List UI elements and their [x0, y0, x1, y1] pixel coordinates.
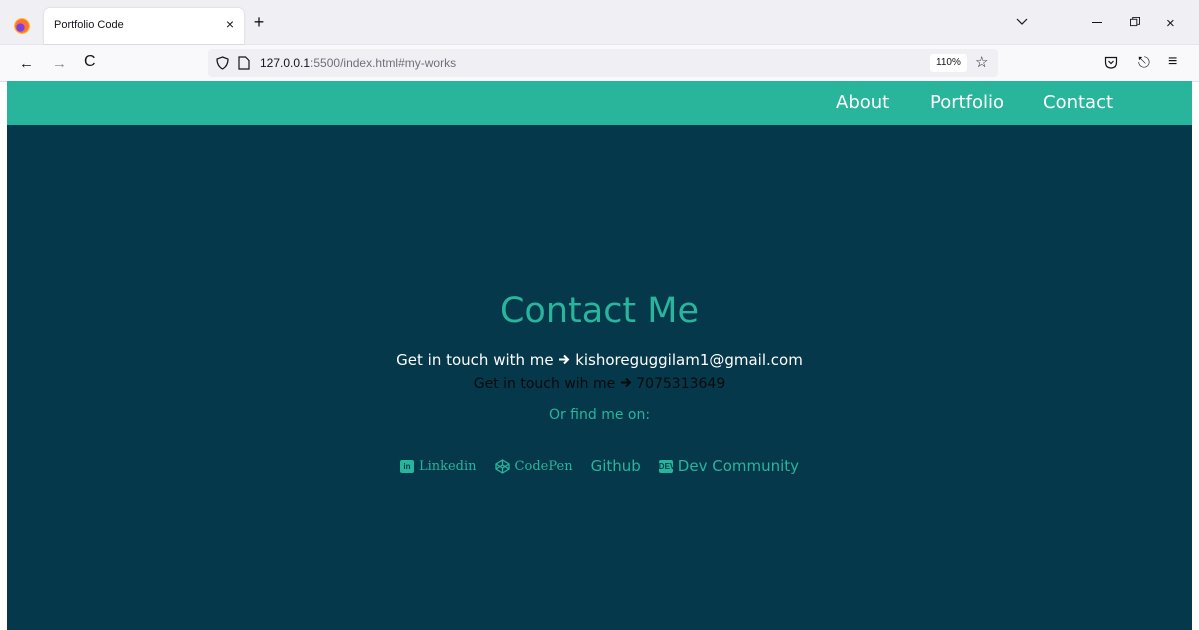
bookmark-star-icon[interactable]: ☆: [975, 53, 988, 71]
reload-icon[interactable]: C: [84, 53, 96, 71]
url-path: :5500/index.html#my-works: [310, 56, 457, 70]
nav-link-portfolio[interactable]: Portfolio: [930, 92, 1004, 113]
pocket-icon[interactable]: [1104, 56, 1118, 69]
restore-window-icon[interactable]: [1130, 17, 1140, 27]
social-link-linkedin[interactable]: in Linkedin: [399, 458, 477, 474]
chevron-down-icon[interactable]: [1016, 16, 1028, 26]
social-links: in Linkedin CodePen Github DEV Dev Commu…: [7, 456, 1192, 476]
dev-icon: DEV: [658, 459, 676, 473]
social-label: CodePen: [514, 458, 573, 474]
social-link-dev-community[interactable]: DEV Dev Community: [658, 457, 800, 475]
find-me-text: Or find me on:: [548, 407, 651, 423]
share-icon[interactable]: ⎋: [1138, 54, 1150, 71]
page-icon[interactable]: [238, 56, 250, 70]
back-arrow-icon[interactable]: ←: [19, 55, 34, 72]
forward-arrow-icon[interactable]: →: [52, 55, 67, 72]
linkedin-icon: in: [399, 459, 414, 473]
codepen-icon: [494, 458, 510, 474]
zoom-level-badge[interactable]: 110%: [930, 54, 967, 72]
browser-tab-bar: Portfolio Code × + ×: [0, 0, 1199, 45]
email-prefix: Get in touch with me: [396, 351, 554, 369]
new-tab-icon[interactable]: +: [251, 13, 267, 31]
close-window-icon[interactable]: ×: [1166, 15, 1175, 32]
email-address[interactable]: kishoreguggilam1@gmail.com: [575, 351, 803, 369]
shield-icon[interactable]: [216, 56, 229, 70]
social-link-codepen[interactable]: CodePen: [494, 458, 573, 474]
nav-link-contact[interactable]: Contact: [1043, 92, 1113, 113]
minimize-window-icon[interactable]: [1092, 16, 1104, 28]
tab-title: Portfolio Code: [54, 19, 124, 31]
hamburger-menu-icon[interactable]: ≡: [1168, 53, 1177, 71]
browser-nav-bar: ← → C 127.0.0.1:5500/index.html#my-works…: [0, 45, 1199, 82]
url-text[interactable]: 127.0.0.1:5500/index.html#my-works: [260, 56, 456, 70]
social-label: Linkedin: [418, 458, 477, 474]
browser-tab[interactable]: Portfolio Code ×: [44, 8, 244, 44]
web-page: About Portfolio Contact Contact Me Get i…: [7, 81, 1192, 630]
phone-prefix: Get in touch wih me: [473, 376, 616, 392]
phone-number[interactable]: 7075313649: [636, 376, 725, 392]
nav-link-about[interactable]: About: [836, 92, 889, 113]
tab-close-icon[interactable]: ×: [222, 16, 238, 32]
address-bar[interactable]: 127.0.0.1:5500/index.html#my-works 110% …: [208, 49, 998, 77]
social-label: Github: [590, 457, 641, 475]
social-label: Dev Community: [677, 457, 800, 475]
email-line: Get in touch with me kishoreguggilam1@gm…: [7, 351, 1192, 369]
firefox-logo-icon: [14, 18, 30, 34]
url-host: 127.0.0.1: [260, 56, 311, 70]
social-link-github[interactable]: Github: [591, 457, 641, 475]
site-header: About Portfolio Contact: [7, 81, 1192, 125]
phone-line: Get in touch wih me 7075313649: [7, 376, 1192, 392]
arrow-right-icon: [620, 377, 632, 388]
contact-title: Contact Me: [499, 291, 700, 331]
arrow-right-icon: [559, 354, 570, 365]
